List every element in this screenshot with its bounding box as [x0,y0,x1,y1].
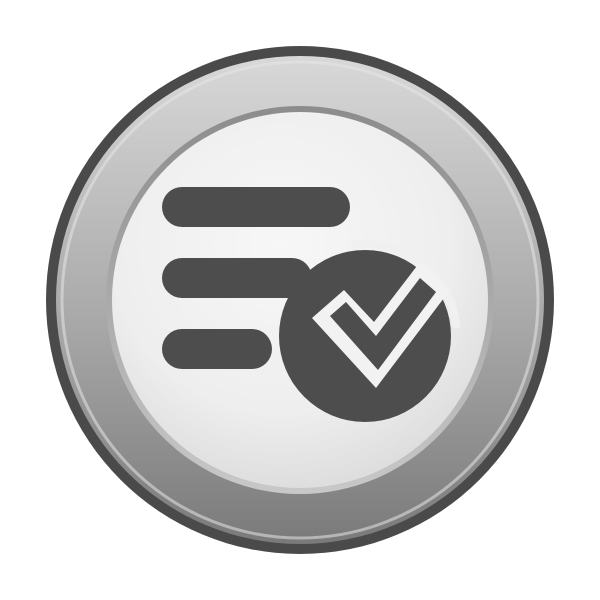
task-list-check-icon[interactable] [0,0,600,600]
list-line-2 [162,258,312,298]
list-line-1 [162,187,350,227]
app-canvas [0,0,600,600]
list-line-3 [162,329,272,369]
